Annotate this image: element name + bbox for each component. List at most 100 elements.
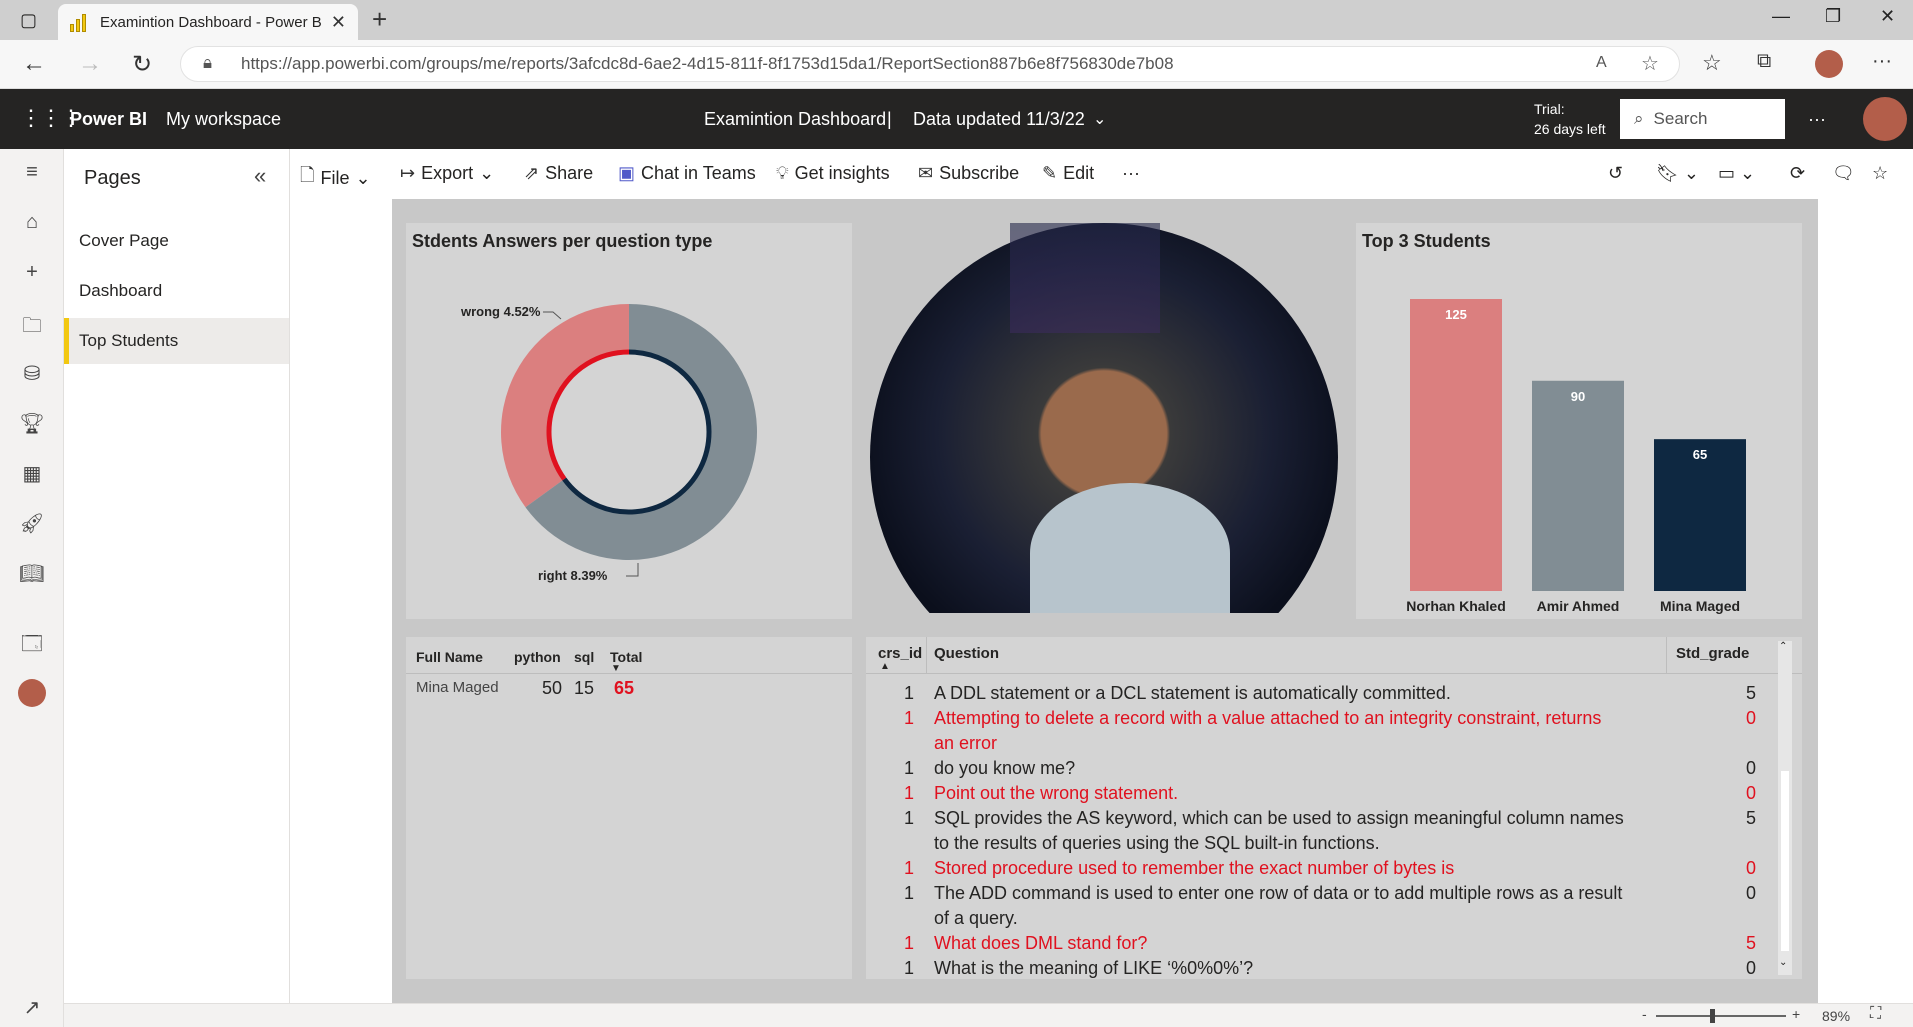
col-python[interactable]: python xyxy=(514,649,561,665)
more-options-icon[interactable]: ··· xyxy=(1808,109,1826,130)
scroll-thumb[interactable] xyxy=(1781,771,1789,951)
favorite-star-icon[interactable]: ☆ xyxy=(1641,51,1659,76)
page-dashboard[interactable]: Dashboard xyxy=(64,268,289,314)
scrollbar[interactable]: ⌃ ⌄ xyxy=(1778,641,1792,975)
comment-icon[interactable]: 🗨︎ xyxy=(1832,163,1855,184)
header-divider xyxy=(406,673,852,674)
bookmark-icon[interactable]: 🔖︎ ⌄ xyxy=(1656,163,1699,184)
col-crs-id[interactable]: crs_id xyxy=(878,645,922,662)
data-updated[interactable]: Data updated 11/3/22 xyxy=(913,109,1085,130)
zoom-in-button[interactable]: + xyxy=(1792,1006,1800,1022)
export-menu[interactable]: ↦ Export ⌄ xyxy=(400,163,494,184)
browser-tab[interactable]: Examintion Dashboard - Power B ✕ xyxy=(58,4,358,40)
bar-chart-card[interactable]: Top 3 Students 125 Norhan Khaled 90 Amir Ah… xyxy=(1356,223,1802,619)
table-row[interactable]: 1 SQL provides the AS keyword, which can … xyxy=(866,806,1756,856)
table-row[interactable]: 1 do you know me? 0 xyxy=(866,756,1756,781)
table-row[interactable]: 1 A DDL statement or a DCL statement is a… xyxy=(866,681,1756,706)
read-aloud-icon[interactable]: A xyxy=(1596,54,1607,72)
table-row[interactable]: 1 What is the meaning of LIKE ‘%0%0%’? 0 xyxy=(866,956,1756,979)
row-grade: 0 xyxy=(1746,858,1757,878)
row-crs-id: 1 xyxy=(904,933,915,953)
row-question-line2: of a query. xyxy=(934,908,1018,928)
workspace-link[interactable]: My workspace xyxy=(166,109,281,130)
refresh-icon[interactable]: ↻ xyxy=(132,50,152,79)
tab-actions-icon[interactable]: ▢ xyxy=(20,10,37,31)
view-icon[interactable]: ▭ ⌄ xyxy=(1718,163,1755,184)
donut-chart-card[interactable]: Stdents Answers per question type wrong … xyxy=(406,223,852,619)
report-toolbar: 🗋 File ⌄ ↦ Export ⌄ ⇗ Share ▣ Chat in Teams 💡︎… xyxy=(290,149,1913,199)
refresh-visuals-icon[interactable]: ⟳ xyxy=(1790,163,1805,184)
address-bar[interactable]: 🔒︎ https://app.powerbi.com/groups/me/rep… xyxy=(180,46,1680,82)
data-hub-icon[interactable]: ⛁ xyxy=(0,361,64,386)
photo-skyline xyxy=(1010,223,1160,333)
col-full-name[interactable]: Full Name xyxy=(416,649,483,665)
scroll-down-icon[interactable]: ⌄ xyxy=(1779,957,1787,968)
score-table-card[interactable]: Full Name python sql Total ▼ Mina Maged … xyxy=(406,637,852,979)
table-row[interactable]: 1 Stored procedure used to remember the e… xyxy=(866,856,1756,881)
collections-icon[interactable]: ⧉ xyxy=(1757,50,1771,73)
page-cover[interactable]: Cover Page xyxy=(64,218,289,264)
subscribe-button[interactable]: ✉ Subscribe xyxy=(918,163,1019,184)
user-avatar[interactable] xyxy=(1863,97,1907,141)
table-row[interactable]: 1 The ADD command is used to enter one ro… xyxy=(866,881,1756,931)
zoom-slider[interactable] xyxy=(1656,1015,1786,1017)
row-crs-id: 1 xyxy=(904,958,915,978)
bar-1[interactable] xyxy=(1532,380,1624,591)
hamburger-icon[interactable]: ≡ xyxy=(0,161,64,184)
get-insights-button[interactable]: 💡︎ Get insights xyxy=(776,163,890,184)
zoom-out-button[interactable]: - xyxy=(1642,1006,1647,1022)
close-tab-icon[interactable]: ✕ xyxy=(331,12,346,33)
goals-icon[interactable]: 🏆︎ xyxy=(0,411,64,436)
report-canvas: Stdents Answers per question type wrong … xyxy=(392,199,1818,1003)
more-toolbar-button[interactable]: ··· xyxy=(1122,163,1140,184)
row-name: Mina Maged xyxy=(416,679,499,696)
forward-icon[interactable]: → xyxy=(78,50,102,78)
deployment-icon[interactable]: 🚀︎ xyxy=(0,511,64,536)
favorites-icon[interactable]: ☆ xyxy=(1702,50,1722,76)
create-icon[interactable]: + xyxy=(0,261,64,284)
chevron-down-icon: ⌄ xyxy=(355,167,371,188)
favorite-icon[interactable]: ☆ xyxy=(1872,163,1888,184)
close-window-icon[interactable]: ✕ xyxy=(1880,6,1895,27)
profile-avatar[interactable] xyxy=(1815,50,1843,78)
page-top-students[interactable]: Top Students xyxy=(64,318,289,364)
questions-table-card[interactable]: crs_id ▲ Question Std_grade 1 A DDL state… xyxy=(866,637,1802,979)
reset-icon[interactable]: ↺ xyxy=(1608,163,1623,184)
my-workspace-avatar[interactable] xyxy=(18,679,46,707)
collapse-pane-icon[interactable]: « xyxy=(254,163,266,189)
edit-button[interactable]: ✎ Edit xyxy=(1042,163,1094,184)
home-icon[interactable]: ⌂ xyxy=(0,211,64,234)
search-input[interactable]: ⌕ Search xyxy=(1620,99,1785,139)
file-label: File xyxy=(320,167,350,188)
new-tab-icon[interactable]: + xyxy=(372,4,387,35)
back-icon[interactable]: ← xyxy=(22,50,46,78)
col-std-grade[interactable]: Std_grade xyxy=(1676,645,1749,662)
minimize-icon[interactable]: — xyxy=(1772,6,1790,27)
col-sql[interactable]: sql xyxy=(574,649,594,665)
row-grade: 5 xyxy=(1746,808,1757,828)
chat-in-teams-button[interactable]: ▣ Chat in Teams xyxy=(618,163,756,184)
table-row[interactable]: 1 Attempting to delete a record with a va… xyxy=(866,706,1756,756)
scroll-up-icon[interactable]: ⌃ xyxy=(1779,641,1787,652)
app-name[interactable]: Power BI xyxy=(70,109,147,130)
table-row[interactable]: 1 Point out the wrong statement. 0 xyxy=(866,781,1756,806)
header-divider xyxy=(866,673,1802,674)
learn-icon[interactable]: 📖︎ xyxy=(0,561,64,586)
lock-icon[interactable]: 🔒︎ xyxy=(203,53,212,73)
fit-to-page-icon[interactable]: ⛶ xyxy=(1870,1005,1881,1023)
col-divider xyxy=(926,637,927,673)
table-row[interactable]: 1 What does DML stand for? 5 xyxy=(866,931,1756,956)
bar-0[interactable] xyxy=(1410,299,1502,591)
row-question-line2: to the results of queries using the SQL … xyxy=(934,833,1380,853)
apps-icon[interactable]: ▦ xyxy=(0,461,64,486)
col-question[interactable]: Question xyxy=(934,645,999,662)
expand-icon[interactable]: ↗ xyxy=(0,995,64,1020)
browse-icon[interactable]: 🗀︎ xyxy=(0,311,64,345)
restore-icon[interactable]: ❐ xyxy=(1825,6,1841,27)
zoom-slider-thumb[interactable] xyxy=(1710,1009,1715,1023)
chevron-down-icon[interactable]: ⌄ xyxy=(1093,109,1106,129)
file-menu[interactable]: 🗋 File ⌄ xyxy=(300,163,371,193)
share-button[interactable]: ⇗ Share xyxy=(524,163,593,184)
workspaces-icon[interactable]: 🗔 xyxy=(0,629,64,663)
browser-menu-icon[interactable]: ··· xyxy=(1872,50,1892,73)
